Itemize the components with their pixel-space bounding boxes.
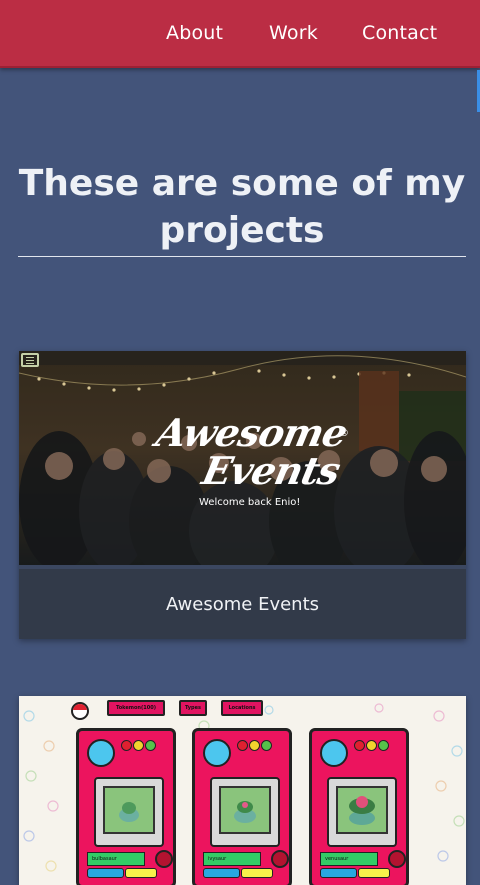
project-card-pokedex[interactable]: Tokemon(100) Types Locations bulbasaur i… (19, 696, 466, 885)
title-divider (18, 256, 466, 257)
pokedex-device[interactable]: bulbasaur (76, 728, 176, 885)
project-title-awesome-events[interactable]: Awesome Events (19, 569, 466, 639)
hamburger-icon[interactable] (21, 353, 39, 367)
tab-types[interactable]: Types (179, 700, 207, 716)
tab-pokemon[interactable]: Tokemon(100) (107, 700, 165, 716)
ivysaur-sprite (234, 801, 256, 823)
pokemon-name: venusaur (320, 852, 378, 866)
red-button[interactable] (388, 850, 406, 868)
pokedex-screen (94, 777, 164, 847)
pokedex-screen (210, 777, 280, 847)
pokedex-device[interactable]: venusaur (309, 728, 409, 885)
welcome-text: Welcome back Enio! (199, 497, 301, 508)
pokedex-device[interactable]: ivysaur (192, 728, 292, 885)
red-button[interactable] (271, 850, 289, 868)
project-thumbnail-pokedex[interactable]: Tokemon(100) Types Locations bulbasaur i… (19, 696, 466, 885)
project-thumbnail-awesome-events[interactable]: Awesome Events ® Welcome back Enio! (19, 351, 466, 569)
project-card-awesome-events[interactable]: Awesome Events ® Welcome back Enio! Awes… (19, 351, 466, 639)
pokeball-icon[interactable] (71, 702, 89, 720)
pokemon-name: bulbasaur (87, 852, 145, 866)
nav-link-work[interactable]: Work (269, 20, 318, 46)
navbar: About Work Contact (0, 0, 480, 68)
bulbasaur-sprite (119, 802, 139, 822)
nav-link-contact[interactable]: Contact (362, 20, 437, 46)
venusaur-sprite (349, 796, 375, 825)
lens-icon (203, 739, 231, 767)
nav-link-about[interactable]: About (166, 20, 223, 46)
lens-icon (320, 739, 348, 767)
red-button[interactable] (155, 850, 173, 868)
pokedex-screen (327, 777, 397, 847)
pokemon-name: ivysaur (203, 852, 261, 866)
lens-icon (87, 739, 115, 767)
page-title: These are some of my projects (18, 163, 466, 251)
tab-locations[interactable]: Locations (221, 700, 263, 716)
